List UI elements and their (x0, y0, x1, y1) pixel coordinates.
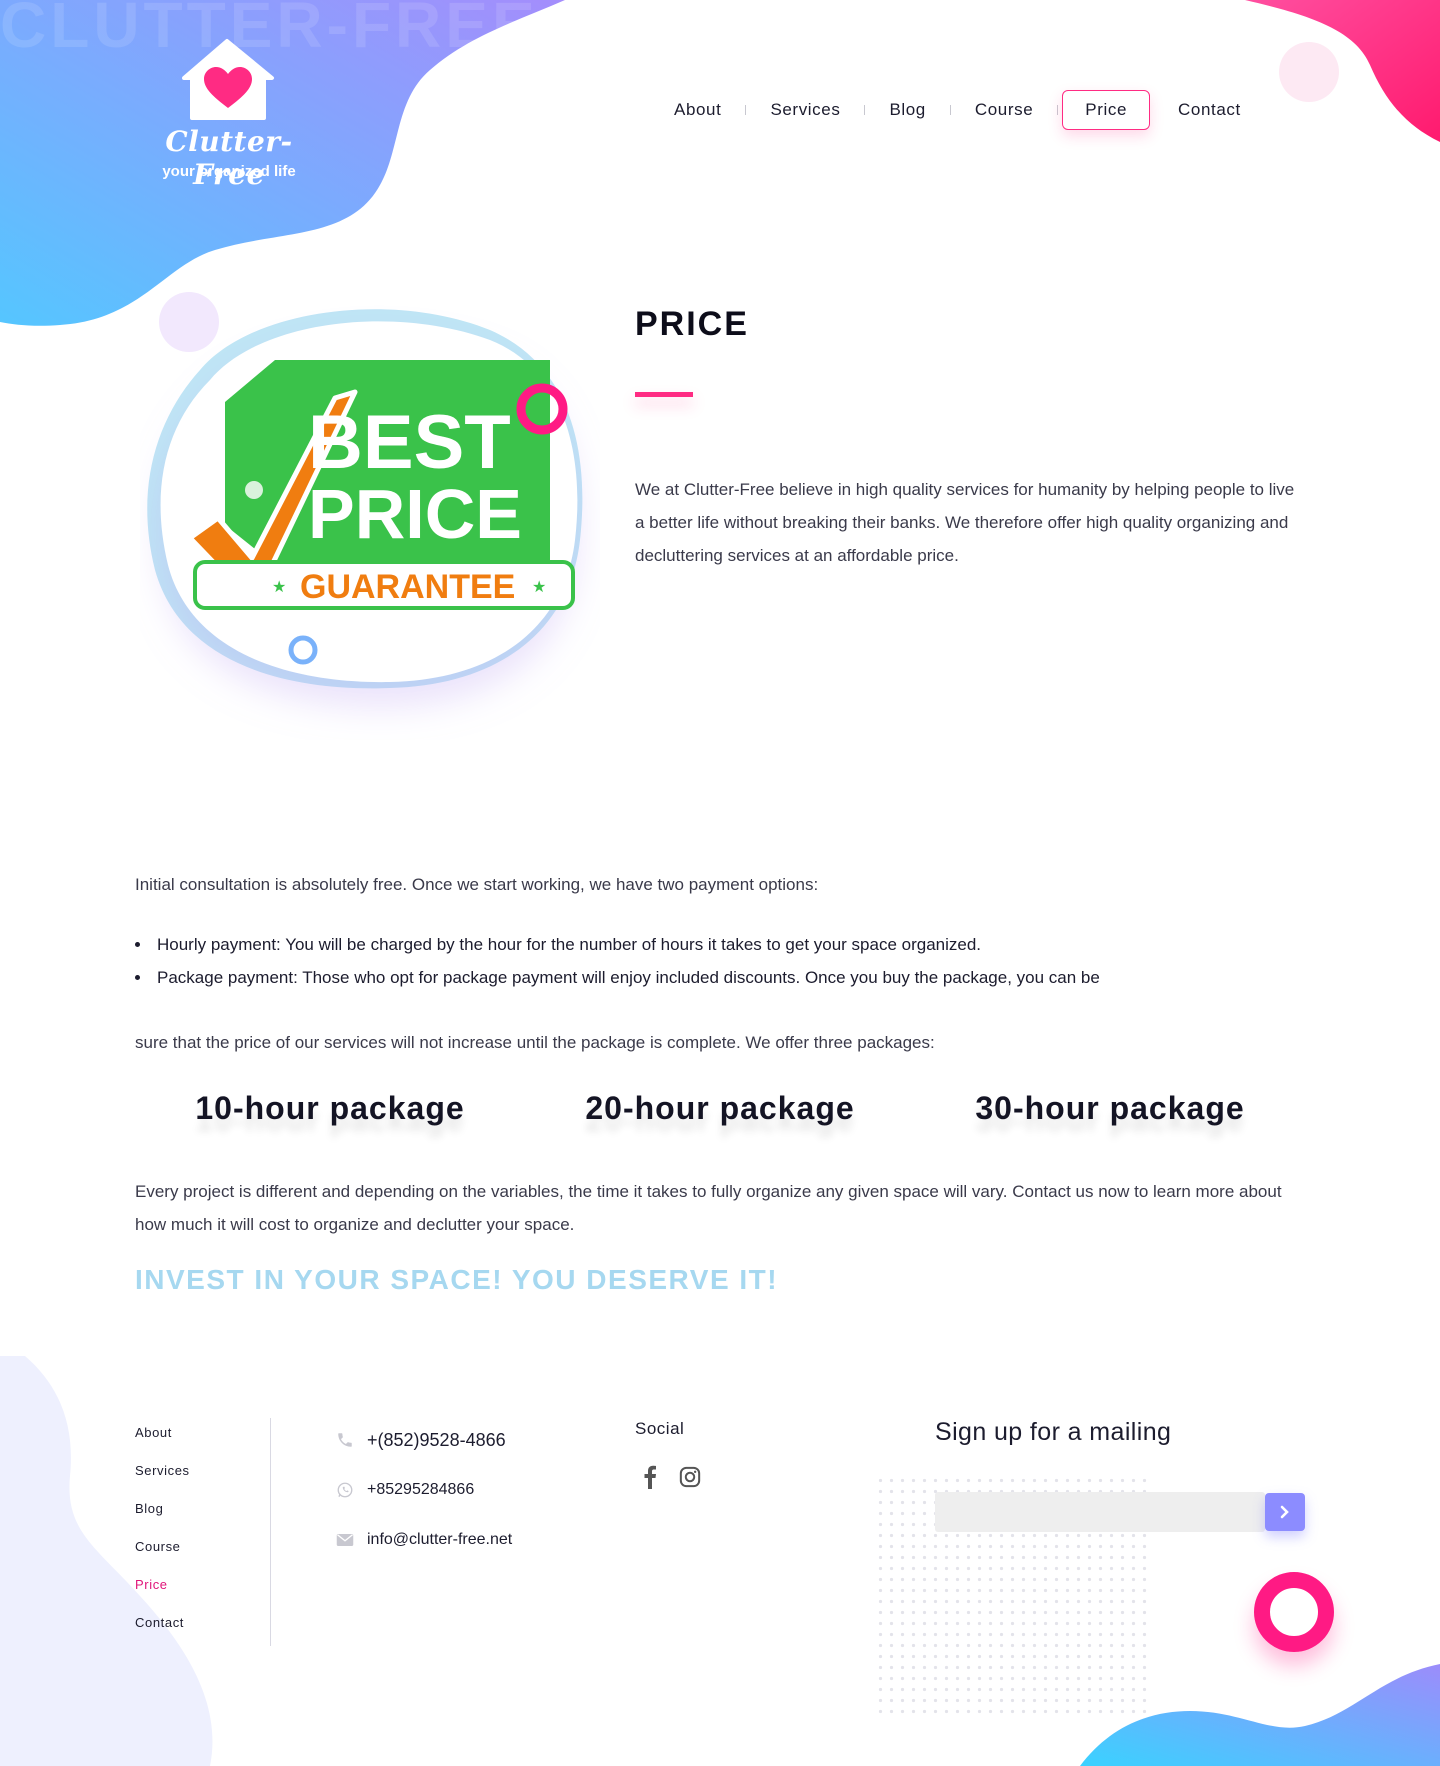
pricing-note: Every project is different and depending… (135, 1182, 1282, 1234)
package-30-hour: 30-hour package (975, 1090, 1245, 1126)
svg-text:★: ★ (272, 579, 286, 596)
facebook-icon[interactable] (638, 1465, 662, 1489)
footer-link-contact[interactable]: Contact (135, 1615, 190, 1653)
nav-course[interactable]: Course (951, 90, 1057, 130)
nav-contact[interactable]: Contact (1154, 90, 1265, 130)
slogan: INVEST IN YOUR SPACE! YOU DESERVE IT! (135, 1264, 779, 1295)
contact-phone-row[interactable]: +(852)9528-4866 (335, 1415, 512, 1465)
signup-email-input[interactable] (935, 1492, 1265, 1532)
list-item: Hourly payment: You will be charged by t… (135, 928, 1100, 961)
whatsapp-icon (335, 1480, 355, 1500)
footer-contact: +(852)9528-4866 +85295284866 info@clutte… (335, 1415, 512, 1565)
logo-brand-name: Clutter-Free (165, 125, 293, 191)
best-price-badge-illustration: BEST PRICE GUARANTEE ★ ★ (147, 309, 583, 689)
footer-link-price[interactable]: Price (135, 1577, 190, 1615)
badge-line1: BEST (308, 400, 511, 485)
main-nav: About Services Blog Course Price Contact (650, 88, 1265, 132)
floating-action-button[interactable] (1254, 1572, 1334, 1652)
footer-link-about[interactable]: About (135, 1425, 190, 1463)
chevron-right-icon (1280, 1505, 1289, 1519)
footer-nav: About Services Blog Course Price Contact (135, 1425, 190, 1653)
contact-phone: +(852)9528-4866 (367, 1429, 506, 1450)
badge-line2: PRICE (308, 475, 522, 553)
page-title: PRICE (635, 305, 749, 343)
mail-icon (335, 1530, 355, 1550)
nav-blog[interactable]: Blog (865, 90, 949, 130)
contact-email-row[interactable]: info@clutter-free.net (335, 1515, 512, 1565)
nav-services[interactable]: Services (746, 90, 864, 130)
social-title: Social (635, 1419, 685, 1438)
nav-about[interactable]: About (650, 90, 745, 130)
footer-link-blog[interactable]: Blog (135, 1501, 190, 1539)
badge-line3: GUARANTEE (300, 568, 515, 606)
intro-paragraph: We at Clutter-Free believe in high quali… (635, 480, 1295, 565)
footer-link-services[interactable]: Services (135, 1463, 190, 1501)
title-underline (635, 392, 693, 397)
instagram-icon[interactable] (678, 1465, 702, 1489)
packages-intro: sure that the price of our services will… (135, 1033, 935, 1052)
signup-title: Sign up for a mailing (935, 1418, 1172, 1446)
package-10-hour: 10-hour package (195, 1090, 465, 1126)
payment-options-intro: Initial consultation is absolutely free.… (135, 875, 819, 894)
svg-text:★: ★ (532, 579, 546, 596)
payment-options-list: Hourly payment: You will be charged by t… (135, 928, 1100, 994)
footer-divider (270, 1418, 271, 1646)
footer-link-course[interactable]: Course (135, 1539, 190, 1577)
package-20-hour: 20-hour package (585, 1090, 855, 1126)
list-item: Package payment: Those who opt for packa… (135, 961, 1100, 994)
deco-circle-pink (1279, 42, 1339, 102)
logo-tagline: your organized life (162, 163, 296, 180)
social-icons (638, 1465, 702, 1489)
nav-separator (1057, 105, 1059, 115)
contact-email: info@clutter-free.net (367, 1531, 513, 1548)
signup-submit-button[interactable] (1265, 1493, 1305, 1531)
contact-whatsapp: +85295284866 (367, 1481, 475, 1498)
phone-icon (335, 1430, 355, 1450)
contact-whatsapp-row[interactable]: +85295284866 (335, 1465, 512, 1515)
nav-price[interactable]: Price (1062, 90, 1151, 130)
packages-row: 10-hour package 20-hour package 30-hour … (135, 1090, 1305, 1127)
